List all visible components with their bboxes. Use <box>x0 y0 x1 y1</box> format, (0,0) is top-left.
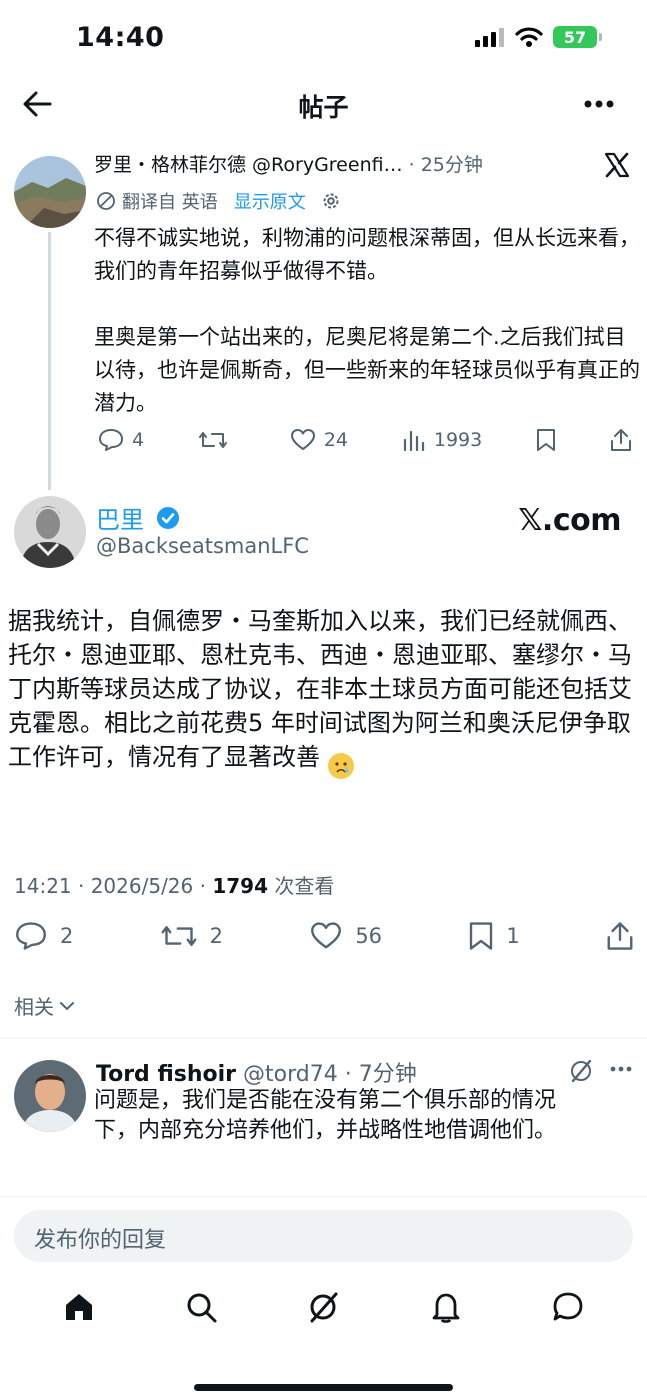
retweet-button[interactable]: 2 <box>160 921 223 951</box>
show-original-link[interactable]: 显示原文 <box>234 188 306 214</box>
tweet-view-count: 1794 <box>212 874 269 898</box>
home-indicator <box>194 1384 453 1391</box>
status-icons: 57 <box>475 26 602 48</box>
quoted-author[interactable]: 罗里・格林菲尔德 @RoryGreenfi… <box>94 154 403 176</box>
bookmark-button[interactable]: 1 <box>468 921 520 951</box>
quoted-actions: 4 24 1993 <box>98 428 632 452</box>
author-name-row[interactable]: 巴里 <box>96 500 180 535</box>
bookmark-count: 1 <box>506 924 520 948</box>
reply-icon <box>99 429 123 451</box>
bottom-tab-bar <box>0 1290 647 1324</box>
reply-input[interactable]: 发布你的回复 <box>14 1210 633 1262</box>
related-toggle[interactable]: 相关 <box>14 991 74 1020</box>
grok-icon[interactable] <box>568 1058 594 1084</box>
cellular-signal-icon <box>475 28 504 47</box>
retweet-count: 2 <box>209 924 224 948</box>
x-logo-icon[interactable] <box>604 152 630 178</box>
quoted-header[interactable]: 罗里・格林菲尔德 @RoryGreenfi… · 25分钟 <box>94 150 483 177</box>
quoted-like-button[interactable]: 24 <box>290 428 348 452</box>
x-com-watermark: 𝕏.com <box>518 503 621 538</box>
bookmark-icon <box>470 922 493 950</box>
tweet-meta: 14:21 · 2026/5/26 · 1794 次查看 <box>14 870 334 899</box>
related-label: 相关 <box>14 995 54 1019</box>
battery-indicator: 57 <box>553 26 602 48</box>
thread-line <box>48 232 51 490</box>
verified-badge-icon <box>157 506 179 529</box>
notifications-bell-icon[interactable] <box>429 1290 463 1324</box>
quoted-reply-count: 4 <box>132 429 145 451</box>
quoted-time: · 25分钟 <box>408 154 483 176</box>
views-chart-icon <box>403 430 424 452</box>
translate-icon <box>97 192 115 210</box>
heart-icon <box>290 429 315 450</box>
author-handle[interactable]: @BackseatsmanLFC <box>96 534 309 558</box>
retweet-icon <box>161 926 197 946</box>
reply-author-name[interactable]: Tord fishoir <box>96 1062 236 1087</box>
status-time: 14:40 <box>76 22 165 53</box>
reply-text: 问题是，我们是否能在没有第二个俱乐部的情况下，内部充分培养他们，并战略性地借调他… <box>94 1088 557 1143</box>
crying-face-emoji-icon <box>327 753 354 779</box>
messages-icon[interactable] <box>551 1290 585 1324</box>
quoted-author-avatar[interactable] <box>14 156 86 228</box>
main-text: 据我统计，自佩德罗・马奎斯加入以来，我们已经就佩西、托尔・恩迪亚耶、恩杜克韦、西… <box>8 607 632 771</box>
section-divider <box>0 1038 647 1039</box>
retweet-icon <box>198 432 227 448</box>
reply-count: 2 <box>60 924 74 948</box>
share-icon <box>610 429 631 451</box>
quoted-views-button[interactable]: 1993 <box>402 428 482 452</box>
quoted-bookmark-button[interactable] <box>536 428 556 452</box>
reply-button[interactable]: 2 <box>14 921 73 951</box>
like-count: 56 <box>355 924 383 948</box>
quoted-retweet-button[interactable] <box>198 428 236 452</box>
reply-more-icon[interactable] <box>610 1066 632 1072</box>
main-actions: 2 2 56 1 <box>14 921 634 951</box>
grok-tab-icon[interactable] <box>306 1290 340 1324</box>
tweet-view-label: 次查看 <box>268 874 335 898</box>
quoted-reply-button[interactable]: 4 <box>98 428 144 452</box>
share-icon <box>607 922 633 950</box>
share-button[interactable] <box>606 921 634 951</box>
chevron-down-icon <box>60 1001 74 1010</box>
translation-row: 翻译自 英语 显示原文 <box>96 188 342 214</box>
bookmark-icon <box>537 429 556 451</box>
author-avatar[interactable] <box>14 496 86 568</box>
home-icon[interactable] <box>62 1290 96 1324</box>
author-name[interactable]: 巴里 <box>96 500 144 535</box>
search-icon[interactable] <box>184 1290 218 1324</box>
like-button[interactable]: 56 <box>309 921 382 951</box>
quoted-like-count: 24 <box>323 429 348 451</box>
translated-from-label: 翻译自 英语 <box>122 192 218 213</box>
wifi-icon <box>515 27 543 47</box>
settings-gear-icon[interactable] <box>320 190 342 212</box>
more-options-icon[interactable] <box>584 100 614 108</box>
quoted-share-button[interactable] <box>610 428 632 452</box>
quoted-text: 不得不诚实地说，利物浦的问题根深蒂固，但从长远来看，我们的青年招募似乎做得不错。… <box>94 226 640 415</box>
reply-meta: @tord74 · 7分钟 <box>236 1062 417 1087</box>
quoted-view-count: 1993 <box>433 429 483 451</box>
heart-icon <box>311 922 342 949</box>
reply-author-avatar[interactable] <box>14 1060 86 1132</box>
page-title: 帖子 <box>298 93 349 122</box>
reply-icon <box>16 922 46 950</box>
reply-header[interactable]: Tord fishoir @tord74 · 7分钟 <box>96 1056 417 1088</box>
main-tweet-text: 据我统计，自佩德罗・马奎斯加入以来，我们已经就佩西、托尔・恩迪亚耶、恩杜克韦、西… <box>8 604 633 779</box>
tweet-timestamp: 14:21 · 2026/5/26 · <box>14 874 213 898</box>
